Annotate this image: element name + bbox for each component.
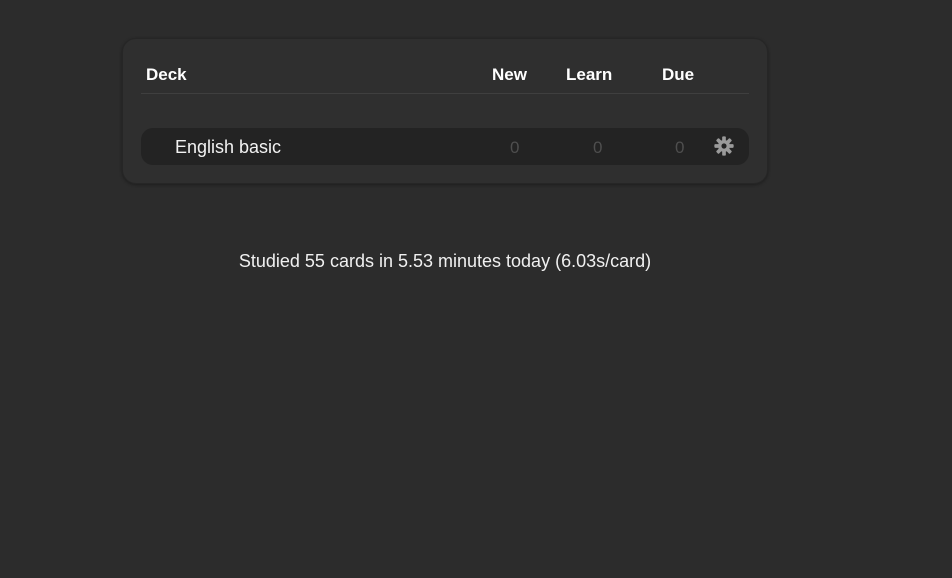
study-stats-text: Studied 55 cards in 5.53 minutes today (…	[238, 251, 652, 271]
deck-learn-count: 0	[593, 138, 603, 157]
gear-icon[interactable]	[713, 135, 735, 157]
column-header-learn: Learn	[566, 65, 613, 84]
deck-list-panel: Deck New Learn Due English basic 0 0 0	[122, 38, 768, 184]
deck-table-header: Deck New Learn Due	[141, 57, 749, 94]
deck-due-count: 0	[675, 138, 685, 157]
deck-row: English basic 0 0 0	[141, 128, 749, 165]
deck-name-link[interactable]: English basic	[175, 137, 281, 158]
column-header-deck: Deck	[146, 65, 187, 84]
column-header-new: New	[492, 65, 527, 84]
deck-new-count: 0	[510, 138, 520, 157]
column-header-due: Due	[662, 65, 695, 84]
